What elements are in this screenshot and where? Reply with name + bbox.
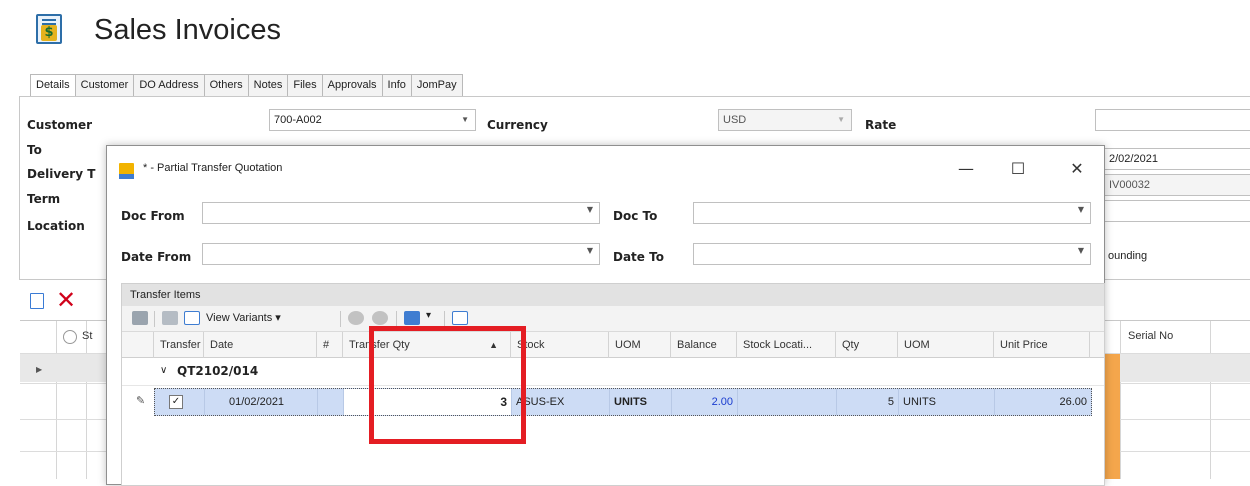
- col-qty[interactable]: Qty: [836, 332, 898, 358]
- up-icon[interactable]: [348, 311, 364, 325]
- group-row[interactable]: ∨ QT2102/014: [122, 358, 1104, 386]
- chevron-down-icon[interactable]: ▾: [426, 310, 431, 321]
- ref-field[interactable]: [1104, 200, 1250, 222]
- currency-label: Currency: [487, 118, 548, 132]
- tab-do-address[interactable]: DO Address: [134, 74, 205, 97]
- balance-cell[interactable]: 2.00: [672, 389, 738, 415]
- tab-customer[interactable]: Customer: [75, 74, 135, 97]
- partial-transfer-dialog: * - Partial Transfer Quotation — ☐ ✕ Doc…: [106, 145, 1105, 486]
- tab-others[interactable]: Others: [204, 74, 249, 97]
- maximize-button[interactable]: ☐: [1003, 156, 1033, 182]
- currency-value: USD: [723, 114, 747, 126]
- date-field[interactable]: 2/02/2021: [1104, 148, 1250, 170]
- view-variants-button[interactable]: View Variants ▾: [206, 311, 281, 324]
- serial-no-header[interactable]: Serial No: [1128, 330, 1173, 342]
- chevron-down-icon: ▼: [837, 115, 845, 124]
- page-title: Sales Invoices: [94, 14, 281, 46]
- save-icon[interactable]: [404, 311, 420, 325]
- to-label: To: [27, 143, 42, 157]
- col-uom-2[interactable]: UOM: [898, 332, 994, 358]
- delivery-label: Delivery T: [27, 167, 96, 181]
- invoice-app-icon: $: [36, 14, 62, 44]
- customer-label: Customer: [27, 118, 93, 132]
- collapse-chevron-icon[interactable]: ∨: [160, 365, 167, 376]
- date-from-select[interactable]: ▼: [202, 243, 600, 265]
- grid-layout-icon[interactable]: [132, 311, 148, 325]
- tab-files[interactable]: Files: [288, 74, 323, 97]
- col-uom[interactable]: UOM: [609, 332, 671, 358]
- grid-column-headers: Transfer Date # Transfer Qty ▲ Stock UOM…: [122, 332, 1104, 358]
- transfer-items-header: Transfer Items: [122, 284, 1104, 306]
- doc-from-select[interactable]: ▼: [202, 202, 600, 224]
- stock-location-cell[interactable]: [738, 389, 837, 415]
- row-indicator-icon: ▶: [36, 365, 43, 374]
- close-button[interactable]: ✕: [1062, 156, 1092, 182]
- orange-column-bar: [1105, 354, 1120, 479]
- chevron-down-icon: ▼: [1077, 246, 1084, 255]
- tab-approvals[interactable]: Approvals: [322, 74, 383, 97]
- select-all-radio[interactable]: [63, 330, 77, 344]
- tab-details[interactable]: Details: [30, 74, 76, 98]
- doc-no-value: IV00032: [1109, 179, 1150, 191]
- tab-notes[interactable]: Notes: [248, 74, 289, 97]
- col-number[interactable]: #: [317, 332, 343, 358]
- stock-cell[interactable]: ASUS-EX: [512, 389, 610, 415]
- down-icon[interactable]: [372, 311, 388, 325]
- doc-to-label: Doc To: [613, 209, 658, 223]
- rounding-label: ounding: [1108, 250, 1148, 262]
- doc-from-label: Doc From: [121, 209, 185, 223]
- row-header-corner: [122, 332, 154, 358]
- dialog-titlebar[interactable]: * - Partial Transfer Quotation — ☐ ✕: [107, 146, 1104, 192]
- uom-cell[interactable]: UNITS: [610, 389, 672, 415]
- rate-field[interactable]: [1095, 109, 1250, 131]
- delete-icon[interactable]: ✕: [56, 286, 76, 314]
- term-label: Term: [27, 192, 61, 206]
- annotation-highlight-box: [369, 326, 526, 444]
- transfer-checkbox[interactable]: ✓: [169, 395, 183, 409]
- date-to-select[interactable]: ▼: [693, 243, 1091, 265]
- date-from-label: Date From: [121, 250, 192, 264]
- new-row-icon[interactable]: [30, 293, 44, 309]
- grid-toolbar: View Variants ▾ ▾: [122, 306, 1104, 332]
- unit-price-cell[interactable]: 26.00: [995, 389, 1091, 415]
- col-balance[interactable]: Balance: [671, 332, 737, 358]
- status-column-header[interactable]: St: [82, 330, 92, 342]
- customer-select[interactable]: 700-A002 ▼: [269, 109, 476, 131]
- chevron-down-icon: ▼: [1077, 205, 1084, 214]
- col-unit-price[interactable]: Unit Price: [994, 332, 1090, 358]
- edit-pencil-icon: ✎: [136, 394, 146, 407]
- doc-no-field[interactable]: IV00032: [1104, 174, 1250, 196]
- transfer-items-group: Transfer Items View Variants ▾ ▾ Transfe…: [121, 283, 1105, 486]
- date-cell[interactable]: 01/02/2021: [205, 389, 318, 415]
- table-row[interactable]: ✓ 01/02/2021 3 ASUS-EX UNITS 2.00 5 UNIT…: [154, 388, 1092, 416]
- uom-2-cell[interactable]: UNITS: [899, 389, 995, 415]
- location-label: Location: [27, 219, 85, 233]
- currency-select[interactable]: USD ▼: [718, 109, 852, 131]
- tab-info[interactable]: Info: [382, 74, 412, 97]
- minimize-button[interactable]: —: [951, 156, 981, 182]
- number-cell[interactable]: [318, 389, 344, 415]
- rate-label: Rate: [865, 118, 897, 132]
- app-logo-icon: [119, 163, 134, 179]
- date-value: 2/02/2021: [1109, 153, 1158, 165]
- col-transfer[interactable]: Transfer: [154, 332, 204, 358]
- date-to-label: Date To: [613, 250, 664, 264]
- chevron-down-icon: ▼: [461, 115, 469, 124]
- dialog-title: * - Partial Transfer Quotation: [143, 162, 283, 174]
- group-row-label: QT2102/014: [177, 364, 259, 378]
- form-tabs: Details Customer DO Address Others Notes…: [30, 74, 463, 98]
- col-stock-location[interactable]: Stock Locati...: [737, 332, 836, 358]
- doc-to-select[interactable]: ▼: [693, 202, 1091, 224]
- col-date[interactable]: Date: [204, 332, 317, 358]
- find-icon[interactable]: [452, 311, 468, 325]
- view-variants-icon[interactable]: [184, 311, 200, 325]
- transfer-cell[interactable]: ✓: [155, 389, 205, 415]
- tab-jompay[interactable]: JomPay: [411, 74, 463, 97]
- qty-cell[interactable]: 5: [837, 389, 899, 415]
- expand-icon[interactable]: [162, 311, 178, 325]
- chevron-down-icon: ▼: [586, 205, 593, 214]
- chevron-down-icon: ▼: [586, 246, 593, 255]
- customer-value: 700-A002: [274, 114, 322, 126]
